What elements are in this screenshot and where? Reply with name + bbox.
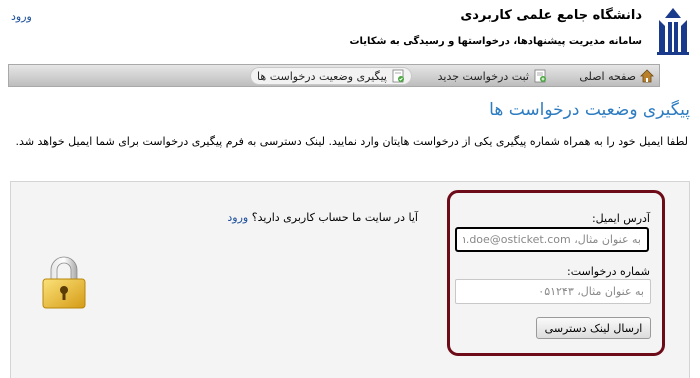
email-field[interactable] [455, 227, 649, 252]
new-ticket-icon [534, 69, 546, 83]
nav-new-ticket-label: ثبت درخواست جدید [437, 69, 529, 83]
header-login-link[interactable]: ورود [11, 10, 32, 23]
email-label: آدرس ایمیل: [591, 212, 650, 225]
page-title: پیگیری وضعیت درخواست ها [489, 100, 690, 120]
system-subtitle: سامانه مدیریت پیشنهادها، درخواستها و رسی… [349, 36, 642, 47]
account-login-link[interactable]: ورود [227, 211, 248, 224]
account-question: آیا در سایت ما حساب کاربری دارید؟ ورود [227, 211, 418, 224]
nav-item-new-ticket[interactable]: ثبت درخواست جدید [438, 67, 547, 85]
site-header: دانشگاه جامع علمی کاربردی سامانه مدیریت … [0, 0, 700, 62]
nav-home-label: صفحه اصلی [579, 69, 636, 83]
lock-icon [42, 256, 86, 309]
check-status-icon [392, 69, 404, 83]
send-access-link-button[interactable]: ارسال لینک دسترسی [536, 317, 651, 339]
home-icon [640, 69, 654, 83]
university-name: دانشگاه جامع علمی کاربردی [460, 8, 642, 23]
nav-check-status-label: پیگیری وضعیت درخواست ها [257, 69, 387, 83]
intro-text: لطفا ایمیل خود را به همراه شماره پیگیری … [15, 135, 688, 148]
ticket-number-label: شماره درخواست: [567, 265, 650, 278]
university-logo-icon [657, 8, 689, 55]
nav-item-home[interactable]: صفحه اصلی [579, 67, 654, 85]
main-nav: صفحه اصلی ثبت درخواست جدید پیگیری وضعیت … [8, 64, 660, 87]
nav-item-check-status[interactable]: پیگیری وضعیت درخواست ها [250, 67, 412, 85]
ticket-number-field[interactable] [455, 279, 651, 304]
account-question-text: آیا در سایت ما حساب کاربری دارید؟ [251, 211, 418, 224]
